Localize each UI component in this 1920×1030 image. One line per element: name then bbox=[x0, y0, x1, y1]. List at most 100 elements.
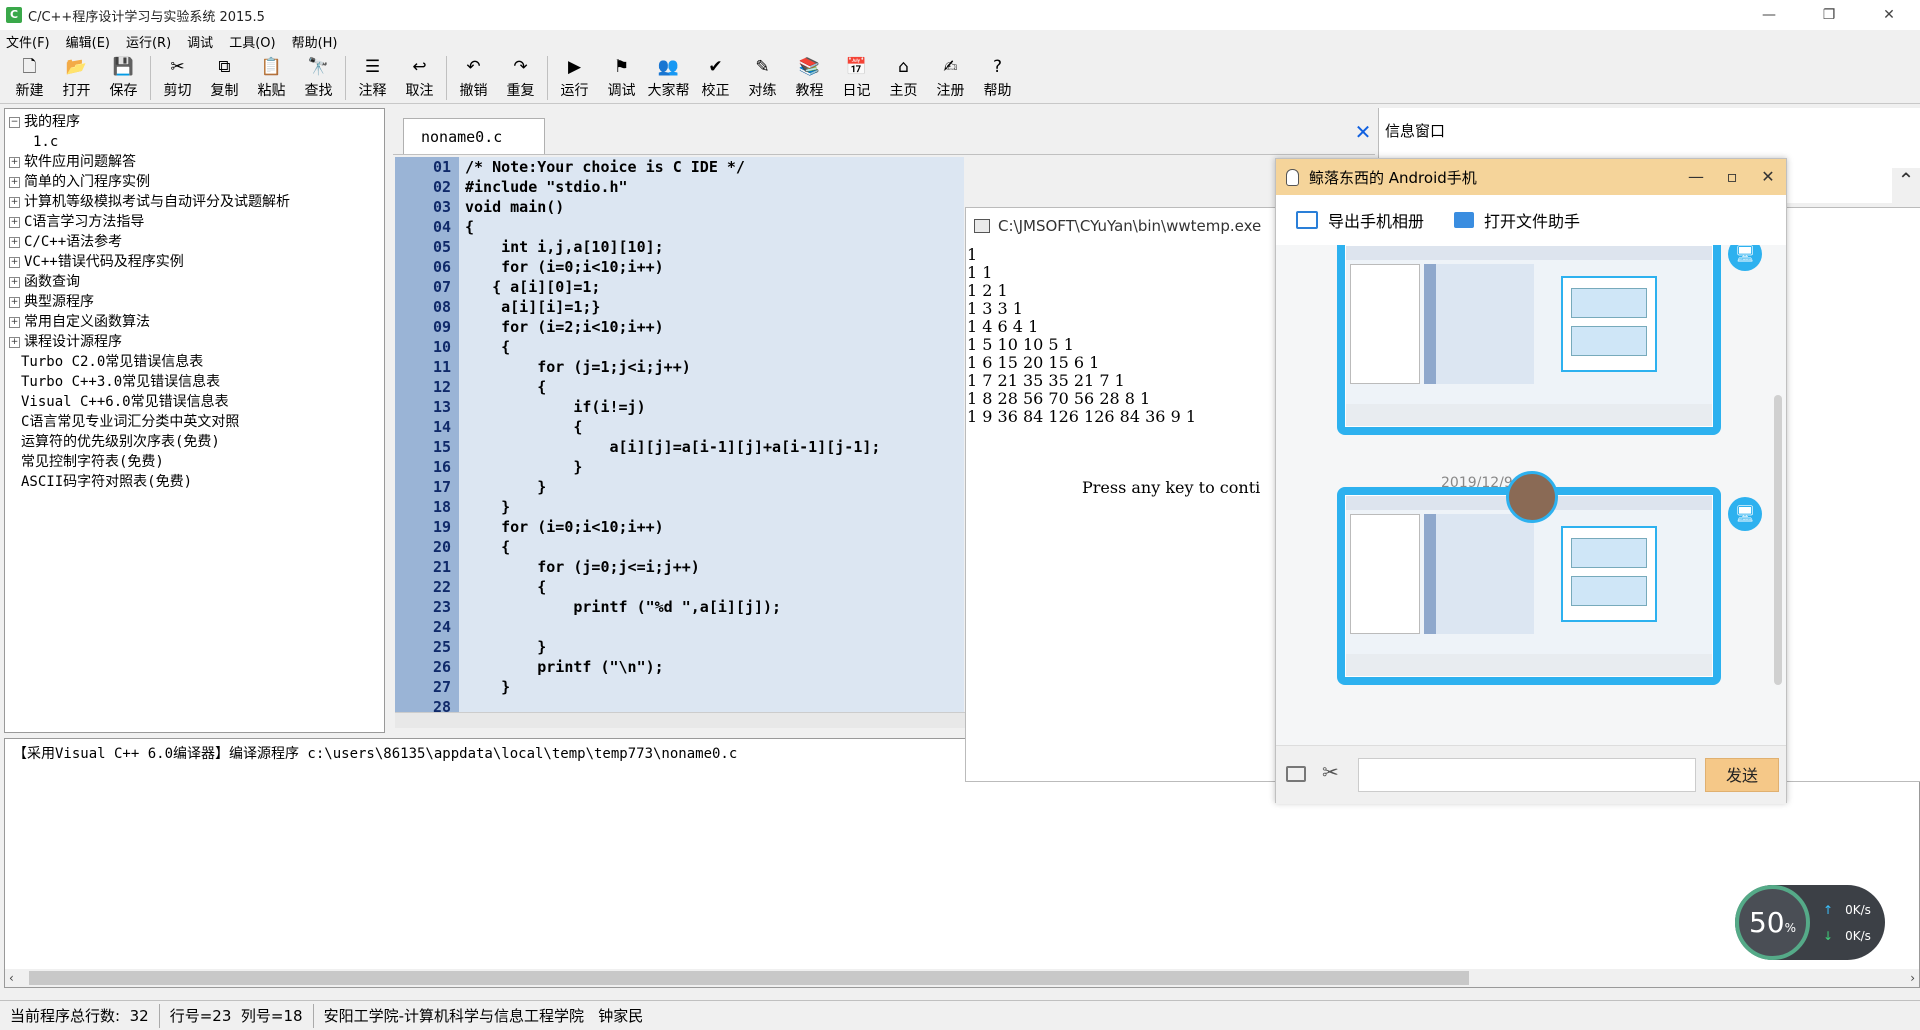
tree-item[interactable]: + C/C++语法参考 bbox=[5, 232, 384, 252]
editor-horizontal-scrollbar[interactable] bbox=[395, 712, 965, 728]
sent-screenshot[interactable] bbox=[1337, 245, 1721, 435]
tree-item[interactable]: + 软件应用问题解答 bbox=[5, 152, 384, 172]
toolbar-comment-button[interactable]: ☰ 注释 bbox=[349, 52, 396, 102]
tree-item[interactable]: + 简单的入门程序实例 bbox=[5, 172, 384, 192]
toolbar-uncomment-button[interactable]: ↩ 取注 bbox=[396, 52, 443, 102]
tree-item[interactable]: C语言常见专业词汇分类中英文对照 bbox=[5, 412, 384, 432]
send-button[interactable]: 发送 bbox=[1705, 758, 1779, 792]
send-file-icon[interactable] bbox=[1286, 766, 1306, 782]
toolbar-separator bbox=[150, 56, 151, 100]
status-credits: 安阳工学院-计算机科学与信息工程学院 钟家民 bbox=[314, 1004, 654, 1028]
expand-icon[interactable]: + bbox=[9, 316, 20, 328]
tree-item[interactable]: + 常用自定义函数算法 bbox=[5, 312, 384, 332]
expand-icon[interactable]: + bbox=[9, 236, 20, 248]
toolbar-save-button[interactable]: 💾 保存 bbox=[100, 52, 147, 102]
compile-output-text: 【采用Visual C++ 6.0编译器】编译源程序 c:\users\8613… bbox=[13, 746, 738, 762]
toolbar-copy-button[interactable]: ⧉ 复制 bbox=[201, 52, 248, 102]
scroll-thumb[interactable] bbox=[29, 971, 1469, 985]
toolbar-label: 剪切 bbox=[163, 83, 192, 99]
toolbar-check-button[interactable]: ✔ 校正 bbox=[692, 52, 739, 102]
tree-item[interactable]: 1.c bbox=[5, 132, 384, 152]
expand-icon[interactable]: + bbox=[9, 176, 20, 188]
scroll-right-icon[interactable]: › bbox=[1910, 969, 1915, 987]
tree-item[interactable]: ASCII码字符对照表(免费) bbox=[5, 472, 384, 492]
menu-run[interactable]: 运行(R) bbox=[126, 32, 171, 51]
qq-chat-scrollbar[interactable] bbox=[1774, 395, 1782, 685]
expand-icon[interactable]: + bbox=[9, 216, 20, 228]
export-album-link[interactable]: 导出手机相册 bbox=[1328, 208, 1424, 232]
qq-close-button[interactable]: ✕ bbox=[1750, 159, 1786, 195]
toolbar-tutorial-button[interactable]: 📚 教程 bbox=[786, 52, 833, 102]
code-line: for (i=0;i<10;i++) bbox=[465, 518, 664, 536]
network-speed-widget[interactable]: 50% ↑ 0K/s ↓ 0K/s bbox=[1735, 885, 1885, 960]
export-album-icon[interactable] bbox=[1296, 211, 1318, 229]
toolbar-redo-button[interactable]: ↷ 重复 bbox=[497, 52, 544, 102]
tree-item[interactable]: + 课程设计源程序 bbox=[5, 332, 384, 352]
tree-item[interactable]: + VC++错误代码及程序实例 bbox=[5, 252, 384, 272]
toolbar-home-button[interactable]: ⌂ 主页 bbox=[880, 52, 927, 102]
restore-button[interactable]: ❐ bbox=[1806, 0, 1852, 30]
screenshot-icon[interactable]: ✂ bbox=[1322, 760, 1339, 784]
open-file-assistant-link[interactable]: 打开文件助手 bbox=[1484, 208, 1580, 232]
scroll-left-icon[interactable]: ‹ bbox=[9, 969, 14, 987]
tree-item-label: VC++错误代码及程序实例 bbox=[24, 254, 184, 270]
qq-maximize-button[interactable]: ▫ bbox=[1714, 159, 1750, 195]
output-horizontal-scrollbar[interactable]: ‹ › bbox=[5, 969, 1919, 987]
code-line: #include "stdio.h" bbox=[465, 178, 628, 196]
info-scroll-up-icon[interactable]: ⌃ bbox=[1892, 168, 1920, 208]
toolbar-label: 查找 bbox=[304, 83, 333, 99]
toolbar-diary-button[interactable]: 📅 日记 bbox=[833, 52, 880, 102]
code-line: } bbox=[465, 678, 511, 696]
folder-icon[interactable] bbox=[1454, 212, 1475, 228]
toolbar-cut-button[interactable]: ✂ 剪切 bbox=[154, 52, 201, 102]
tree-item[interactable]: + C语言学习方法指导 bbox=[5, 212, 384, 232]
menu-debug[interactable]: 调试 bbox=[187, 32, 213, 51]
expand-icon[interactable]: + bbox=[9, 296, 20, 308]
status-col: 列号=18 bbox=[240, 1006, 303, 1025]
toolbar-paste-button[interactable]: 📋 粘贴 bbox=[248, 52, 295, 102]
tab-noname0[interactable]: noname0.c bbox=[403, 118, 545, 154]
code-editor[interactable]: /* Note:Your choice is C IDE */ #include … bbox=[459, 157, 964, 712]
tree-item[interactable]: Turbo C2.0常见错误信息表 bbox=[5, 352, 384, 372]
tree-item[interactable]: + 计算机等级模拟考试与自动评分及试题解析 bbox=[5, 192, 384, 212]
minimize-button[interactable]: — bbox=[1746, 0, 1792, 30]
qq-minimize-button[interactable]: — bbox=[1678, 159, 1714, 195]
expand-icon[interactable]: + bbox=[9, 276, 20, 288]
line-number: 05 bbox=[432, 238, 451, 256]
toolbar-open-folder-button[interactable]: 📂 打开 bbox=[53, 52, 100, 102]
qq-device-window[interactable]: 鲸落东西的 Android手机 — ▫ ✕ 导出手机相册 打开文件助手 🖥 20… bbox=[1275, 158, 1787, 804]
avatar[interactable] bbox=[1506, 471, 1558, 523]
collapse-icon[interactable]: − bbox=[9, 116, 20, 128]
tree-item[interactable]: 常见控制字符表(免费) bbox=[5, 452, 384, 472]
menu-file[interactable]: 文件(F) bbox=[6, 32, 50, 51]
toolbar-help-button[interactable]: ? 帮助 bbox=[974, 52, 1021, 102]
toolbar-undo-button[interactable]: ↶ 撤销 bbox=[450, 52, 497, 102]
menu-edit[interactable]: 编辑(E) bbox=[66, 32, 110, 51]
expand-icon[interactable]: + bbox=[9, 256, 20, 268]
menu-help[interactable]: 帮助(H) bbox=[292, 32, 338, 51]
tree-item[interactable]: Turbo C++3.0常见错误信息表 bbox=[5, 372, 384, 392]
toolbar-new-file-button[interactable]: 🗋 新建 bbox=[6, 52, 53, 102]
tree-item[interactable]: + 典型源程序 bbox=[5, 292, 384, 312]
tree-item[interactable]: + 函数查询 bbox=[5, 272, 384, 292]
menu-tools[interactable]: 工具(O) bbox=[229, 32, 275, 51]
toolbar-community-button[interactable]: 👥 大家帮 bbox=[645, 52, 692, 102]
toolbar-practice-button[interactable]: ✎ 对练 bbox=[739, 52, 786, 102]
thumb-toolbar bbox=[1346, 246, 1712, 260]
expand-icon[interactable]: + bbox=[9, 336, 20, 348]
tree-item-label: C语言学习方法指导 bbox=[24, 214, 145, 230]
tree-item[interactable]: Visual C++6.0常见错误信息表 bbox=[5, 392, 384, 412]
toolbar-debug-button[interactable]: ⚑ 调试 bbox=[598, 52, 645, 102]
message-input[interactable] bbox=[1358, 758, 1696, 792]
toolbar-find-button[interactable]: 🔭 查找 bbox=[295, 52, 342, 102]
tree-item[interactable]: − 我的程序 bbox=[5, 112, 384, 132]
toolbar-run-button[interactable]: ▶ 运行 bbox=[551, 52, 598, 102]
toolbar-register-button[interactable]: ✍ 注册 bbox=[927, 52, 974, 102]
expand-icon[interactable]: + bbox=[9, 196, 20, 208]
expand-icon[interactable]: + bbox=[9, 156, 20, 168]
editor-close-icon[interactable]: ✕ bbox=[1351, 120, 1375, 144]
close-button[interactable]: ✕ bbox=[1866, 0, 1912, 30]
undo-icon: ↶ bbox=[466, 57, 481, 77]
tree-item[interactable]: 运算符的优先级别次序表(免费) bbox=[5, 432, 384, 452]
redo-icon: ↷ bbox=[513, 57, 528, 77]
